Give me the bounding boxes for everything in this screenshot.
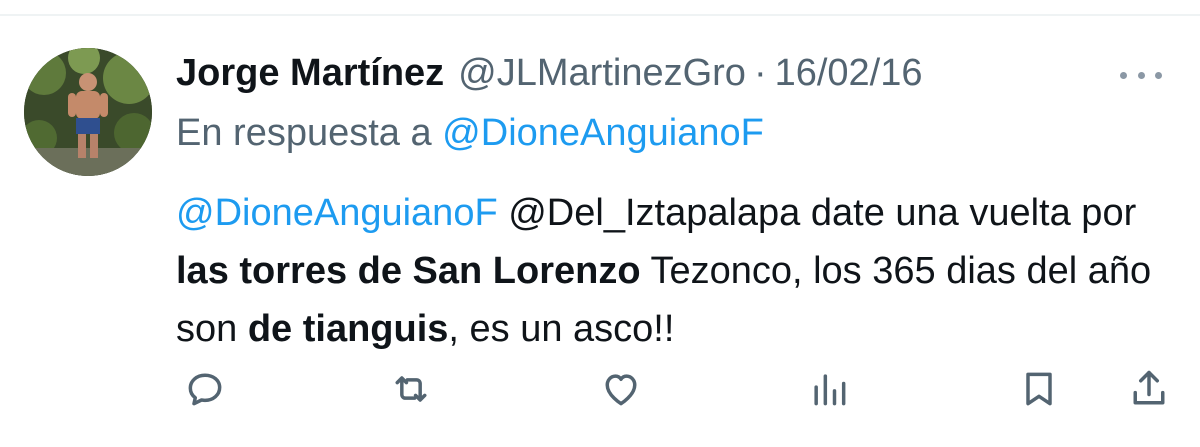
reply-to-mention[interactable]: @DioneAnguianoF [442,112,764,154]
avatar-photo [24,48,152,176]
dot [1155,71,1162,79]
reply-context: En respuesta a @DioneAnguianoF [176,110,764,156]
bold-segment: las torres de San Lorenzo [176,250,641,292]
divider [0,14,1200,16]
dot [1120,71,1127,79]
share-icon [1133,370,1165,405]
share-button[interactable] [1124,364,1174,414]
text-segment: , es un asco!! [448,308,675,350]
bookmark-button[interactable] [1014,364,1064,414]
separator: · [753,52,767,94]
action-bar [176,364,1176,416]
reply-prefix: En respuesta a [176,112,432,154]
retweet-icon [395,376,427,402]
reply-icon [188,373,222,406]
reply-button[interactable] [180,364,230,414]
dot [1137,71,1145,79]
tweet-text: @DioneAnguianoF @Del_Iztapalapa date una… [176,184,1176,358]
tweet-date[interactable]: 16/02/16 [775,50,923,96]
avatar[interactable] [24,48,152,176]
user-handle[interactable]: @JLMartinezGro [458,50,746,96]
mention-link[interactable]: @DioneAnguianoF [176,192,498,234]
views-icon [814,374,846,406]
retweet-button[interactable] [386,364,436,414]
tweet-header: Jorge Martínez @JLMartinezGro · 16/02/16 [176,50,923,96]
more-options-icon[interactable] [1120,70,1162,80]
views-button[interactable] [804,364,854,414]
tweet[interactable]: Jorge Martínez @JLMartinezGro · 16/02/16… [0,0,1200,447]
display-name[interactable]: Jorge Martínez [176,50,444,96]
like-button[interactable] [596,364,646,414]
bold-segment: de tianguis [247,308,449,350]
bookmark-icon [1026,372,1052,406]
text-segment: @Del_Iztapalapa date una vuelta por [497,192,1137,234]
like-icon [605,374,637,406]
